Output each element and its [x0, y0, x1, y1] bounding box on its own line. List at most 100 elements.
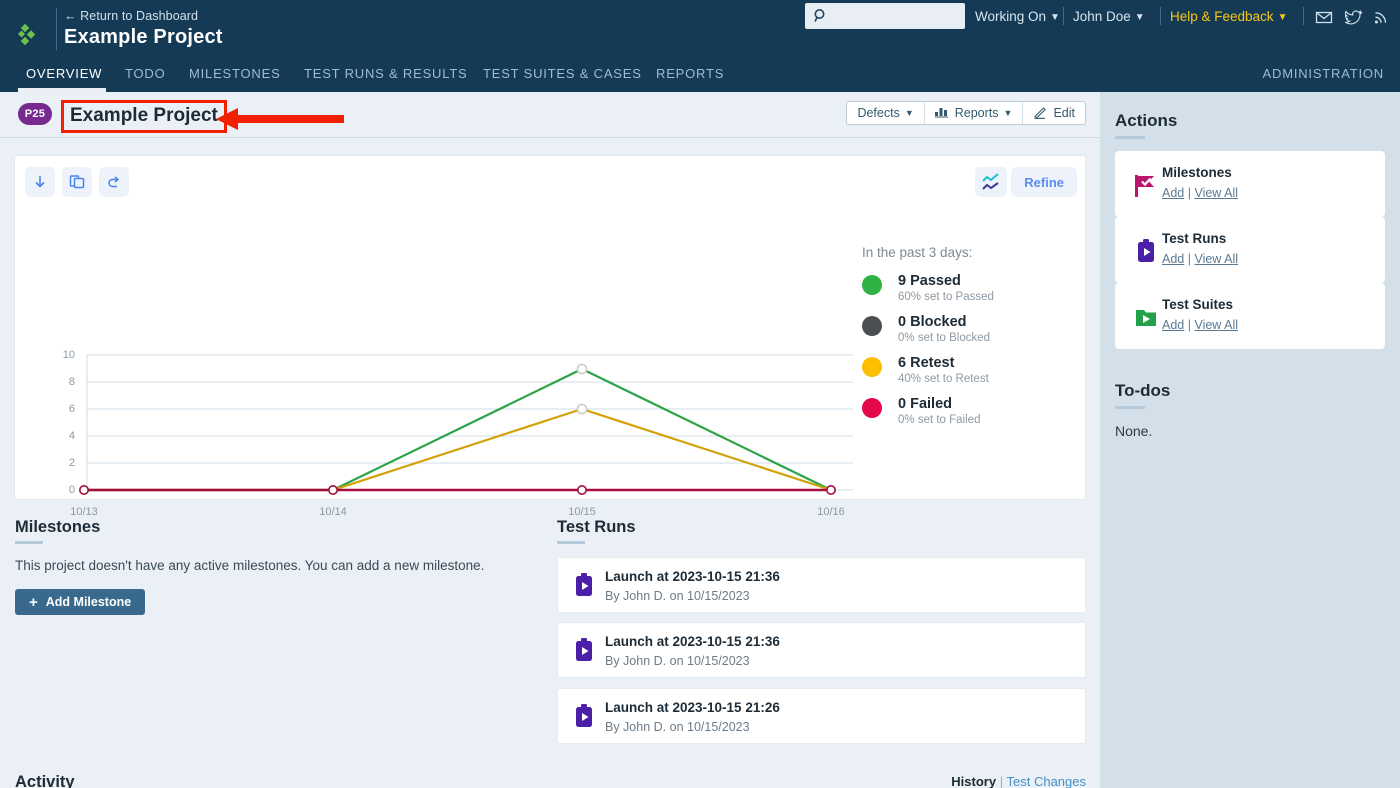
project-id-badge: P25 [18, 103, 52, 125]
activity-section-title: Activity [15, 773, 75, 788]
nav-item-administration[interactable]: ADMINISTRATION [1263, 66, 1384, 81]
action-links: Add | View All [1162, 186, 1238, 200]
action-card-test-runs[interactable]: Test Runs Add | View All [1115, 217, 1385, 283]
y-tick-4: 4 [47, 430, 75, 442]
nav-item-reports[interactable]: REPORTS [656, 66, 724, 81]
test-changes-link[interactable]: Test Changes [1007, 774, 1087, 788]
nav-item-milestones[interactable]: MILESTONES [189, 66, 281, 81]
legend-failed-count: 0 Failed [898, 396, 1092, 412]
reports-dropdown[interactable]: Reports ▼ [924, 102, 1023, 124]
actions-title: Actions [1115, 111, 1177, 131]
download-icon[interactable] [25, 167, 55, 197]
working-on-menu[interactable]: Working On▼ [975, 9, 1060, 24]
action-add-link[interactable]: Add [1162, 186, 1184, 200]
legend-dot-passed [862, 275, 882, 295]
test-run-meta: By John D. on 10/15/2023 [605, 654, 750, 668]
testrail-chevron-logo[interactable] [18, 22, 46, 48]
help-feedback-menu[interactable]: Help & Feedback ▼ [1170, 9, 1287, 24]
trend-lines-icon[interactable] [975, 167, 1007, 197]
action-add-link[interactable]: Add [1162, 252, 1184, 266]
reset-icon[interactable] [99, 167, 129, 197]
chart-legend: In the past 3 days: 9 Passed 60% set to … [862, 245, 1092, 437]
chevron-down-icon: ▼ [1135, 12, 1145, 23]
flag-icon [1132, 171, 1160, 199]
clipboard-play-icon [574, 703, 594, 729]
annotation-arrow [216, 105, 346, 138]
page-title: Example Project [61, 100, 227, 133]
test-run-list-item[interactable]: Launch at 2023-10-15 21:26 By John D. on… [557, 688, 1086, 744]
test-run-title: Launch at 2023-10-15 21:36 [605, 634, 780, 649]
milestones-empty-text: This project doesn't have any active mil… [15, 558, 484, 573]
header-divider [56, 8, 57, 50]
x-tick-0: 10/13 [70, 506, 98, 518]
links-separator: | [1188, 186, 1191, 200]
action-name: Test Suites [1162, 297, 1233, 312]
test-run-title: Launch at 2023-10-15 21:36 [605, 569, 780, 584]
test-run-meta: By John D. on 10/15/2023 [605, 720, 750, 734]
action-view-all-link[interactable]: View All [1194, 318, 1238, 332]
y-tick-6: 6 [47, 403, 75, 415]
global-search[interactable] [805, 3, 965, 29]
action-view-all-link[interactable]: View All [1194, 186, 1238, 200]
milestones-section-rule [15, 541, 43, 544]
x-tick-3: 10/16 [817, 506, 845, 518]
chevron-down-icon: ▼ [1050, 12, 1060, 23]
refine-button[interactable]: Refine [1011, 167, 1077, 197]
action-card-milestones[interactable]: Milestones Add | View All [1115, 151, 1385, 217]
test-run-list-item[interactable]: Launch at 2023-10-15 21:36 By John D. on… [557, 622, 1086, 678]
test-runs-section-rule [557, 541, 585, 544]
folder-play-icon [1132, 303, 1160, 331]
bar-chart-icon [935, 106, 950, 121]
legend-dot-blocked [862, 316, 882, 336]
main-content: P25 Example Project Defects ▼ Reports ▼ [0, 92, 1100, 788]
legend-row-retest: 6 Retest 40% set to Retest [862, 355, 1092, 385]
legend-row-blocked: 0 Blocked 0% set to Blocked [862, 314, 1092, 344]
test-run-list-item[interactable]: Launch at 2023-10-15 21:36 By John D. on… [557, 557, 1086, 613]
copy-icon[interactable] [62, 167, 92, 197]
activity-links: History | Test Changes [951, 774, 1086, 788]
defects-label: Defects [857, 106, 899, 120]
chevron-down-icon: ▼ [1278, 12, 1288, 23]
x-tick-1: 10/14 [319, 506, 347, 518]
todos-title-rule [1115, 406, 1145, 409]
add-milestone-button[interactable]: + Add Milestone [15, 589, 145, 615]
legend-retest-count: 6 Retest [898, 355, 1092, 371]
action-links: Add | View All [1162, 252, 1238, 266]
nav-item-test-runs-results[interactable]: TEST RUNS & RESULTS [304, 66, 468, 81]
milestones-section-title: Milestones [15, 518, 100, 537]
main-navigation: OVERVIEW TODO MILESTONES TEST RUNS & RES… [0, 58, 1400, 92]
nav-item-test-suites-cases[interactable]: TEST SUITES & CASES [483, 66, 642, 81]
nav-item-overview[interactable]: OVERVIEW [26, 66, 102, 81]
legend-failed-pct: 0% set to Failed [898, 414, 1092, 426]
action-card-test-suites[interactable]: Test Suites Add | View All [1115, 283, 1385, 349]
legend-blocked-pct: 0% set to Blocked [898, 332, 1092, 344]
test-run-title: Launch at 2023-10-15 21:26 [605, 700, 780, 715]
test-runs-section-title: Test Runs [557, 518, 636, 537]
defects-dropdown[interactable]: Defects ▼ [847, 102, 923, 124]
nav-item-todo[interactable]: TODO [125, 66, 166, 81]
legend-retest-pct: 40% set to Retest [898, 373, 1092, 385]
chevron-down-icon: ▼ [1004, 108, 1013, 118]
todos-title: To-dos [1115, 381, 1170, 401]
y-tick-0: 0 [47, 484, 75, 496]
action-view-all-link[interactable]: View All [1194, 252, 1238, 266]
action-add-link[interactable]: Add [1162, 318, 1184, 332]
legend-row-passed: 9 Passed 60% set to Passed [862, 273, 1092, 303]
twitter-icon[interactable] [1345, 8, 1363, 26]
plus-icon: + [29, 594, 38, 611]
y-tick-2: 2 [47, 457, 75, 469]
y-tick-10: 10 [47, 349, 75, 361]
user-menu[interactable]: John Doe▼ [1073, 9, 1145, 24]
search-input[interactable] [833, 3, 959, 29]
edit-button[interactable]: Edit [1022, 102, 1085, 124]
mail-icon[interactable] [1315, 8, 1333, 26]
clipboard-play-icon [574, 637, 594, 663]
rss-icon[interactable] [1373, 8, 1391, 26]
clipboard-play-icon [1132, 237, 1160, 265]
actions-title-rule [1115, 136, 1145, 139]
help-feedback-label: Help & Feedback [1170, 9, 1274, 24]
return-to-dashboard-link[interactable]: ← Return to Dashboard [64, 9, 198, 23]
history-link[interactable]: History [951, 774, 996, 788]
action-links: Add | View All [1162, 318, 1238, 332]
action-name: Test Runs [1162, 231, 1226, 246]
